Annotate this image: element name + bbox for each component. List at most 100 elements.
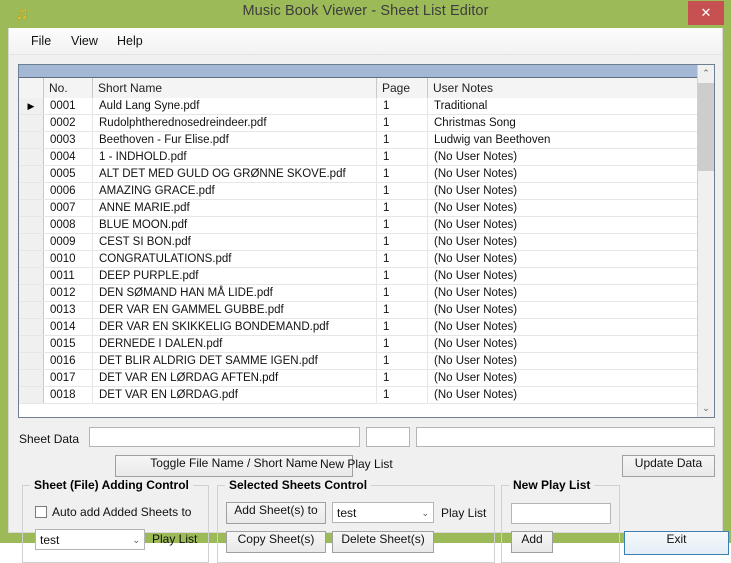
row-user-notes-cell: Christmas Song [434,117,516,129]
table-row[interactable]: 0015 DERNEDE I DALEN.pdf 1 (No User Notes) [19,336,699,353]
row-selector-cell [19,353,44,369]
table-row[interactable]: 0012 DEN SØMAND HAN MÅ LIDE.pdf 1 (No User … [19,285,699,302]
auto-add-checkbox[interactable]: Auto add Added Sheets to [35,504,191,520]
row-user-notes-cell: (No User Notes) [434,168,518,180]
row-user-notes-cell: (No User Notes) [434,202,518,214]
row-selector-cell: ▶ [19,98,44,114]
delete-sheets-button[interactable]: Delete Sheet(s) [332,531,434,553]
row-page-cell: 1 [378,387,428,403]
sheet-data-notes-input[interactable] [416,427,715,447]
row-short-name-cell: AMAZING GRACE.pdf [94,183,377,199]
table-row[interactable]: 0004 1 - INDHOLD.pdf 1 (No User Notes) [19,149,699,166]
row-user-notes-cell: (No User Notes) [434,185,518,197]
grid-column-header-no[interactable]: No. [44,78,93,98]
row-no-cell: 0010 [45,251,93,267]
new-play-list-group: New Play List Add [501,478,620,563]
row-page-cell: 1 [378,285,428,301]
row-no-cell: 0017 [45,370,93,386]
grid-column-header-select[interactable] [19,78,44,98]
sheet-file-adding-control-group: Sheet (File) Adding Control Auto add Add… [22,478,209,563]
row-no-cell: 0004 [45,149,93,165]
row-no-cell: 0002 [45,115,93,131]
menu-item-file[interactable]: File [23,32,59,50]
row-user-notes-cell: (No User Notes) [434,389,518,401]
sheet-data-name-input[interactable] [89,427,360,447]
row-page-cell: 1 [378,234,428,250]
chevron-down-icon[interactable]: ⌄ [421,505,429,521]
row-short-name-cell: DET VAR EN LØRDAG AFTEN.pdf [94,370,377,386]
row-selector-cell [19,268,44,284]
table-row[interactable]: 0011 DEEP PURPLE.pdf 1 (No User Notes) [19,268,699,285]
table-row[interactable]: 0014 DER VAR EN SKIKKELIG BONDEMAND.pdf 1 (… [19,319,699,336]
table-row[interactable]: 0006 AMAZING GRACE.pdf 1 (No User Notes) [19,183,699,200]
table-row[interactable]: 0005 ALT DET MED GULD OG GRØNNE SKOVE.pdf… [19,166,699,183]
row-no-cell: 0009 [45,234,93,250]
row-selector-cell [19,302,44,318]
selected-control-playlist-value: test [337,506,357,520]
row-short-name-cell: CONGRATULATIONS.pdf [94,251,377,267]
table-row[interactable]: 0017 DET VAR EN LØRDAG AFTEN.pdf 1 (No User… [19,370,699,387]
row-short-name-cell: DERNEDE I DALEN.pdf [94,336,377,352]
table-row[interactable]: 0007 ANNE MARIE.pdf 1 (No User Notes) [19,200,699,217]
toggle-file-name-short-name-button[interactable]: Toggle File Name / Short Name [115,455,353,477]
row-page-cell: 1 [378,200,428,216]
table-row[interactable]: 0009 CEST SI BON.pdf 1 (No User Notes) [19,234,699,251]
chevron-down-icon[interactable]: ⌄ [132,532,140,548]
table-row[interactable]: 0003 Beethoven - Fur Elise.pdf 1 Ludwig van… [19,132,699,149]
table-row[interactable]: 0008 BLUE MOON.pdf 1 (No User Notes) [19,217,699,234]
new-play-list-input[interactable] [511,503,611,524]
title-bar: ♫ Music Book Viewer - Sheet List Editor … [0,0,731,28]
row-selector-cell [19,132,44,148]
table-row[interactable]: 0018 DET VAR EN LØRDAG.pdf 1 (No User Notes… [19,387,699,404]
row-no-cell: 0003 [45,132,93,148]
checkbox-box-icon[interactable] [35,506,47,518]
table-row[interactable]: ▶ 0001 Auld Lang Syne.pdf 1 Traditional [19,98,699,115]
selected-sheets-control-group: Selected Sheets Control Add Sheet(s) to … [217,478,495,563]
grid-column-header-short-name[interactable]: Short Name [93,78,377,98]
selected-control-playlist-combo[interactable]: test ⌄ [332,502,434,523]
add-sheets-to-button[interactable]: Add Sheet(s) to [226,502,326,524]
row-selector-cell [19,370,44,386]
row-page-cell: 1 [378,217,428,233]
row-short-name-cell: Rudolphtherednosedreindeer.pdf [94,115,377,131]
menu-item-help[interactable]: Help [109,32,151,50]
row-short-name-cell: DEN SØMAND HAN MÅ LIDE.pdf [94,285,377,301]
row-no-cell: 0006 [45,183,93,199]
exit-button[interactable]: Exit [624,531,729,555]
row-selector-cell [19,387,44,403]
table-row[interactable]: 0013 DER VAR EN GAMMEL GUBBE.pdf 1 (No User… [19,302,699,319]
row-no-cell: 0001 [45,98,93,114]
row-user-notes-cell: (No User Notes) [434,355,518,367]
scroll-down-icon[interactable]: ⌄ [698,400,714,417]
table-row[interactable]: 0002 Rudolphtherednosedreindeer.pdf 1 Chris… [19,115,699,132]
row-user-notes-cell: (No User Notes) [434,321,518,333]
scrollbar-thumb[interactable] [698,83,714,171]
row-no-cell: 0015 [45,336,93,352]
sheet-list-grid[interactable]: No. Short Name Page User Notes ▶ 0001 Auld… [18,64,715,418]
menu-item-view[interactable]: View [63,32,106,50]
new-play-list-inline-label: New Play List [320,457,393,471]
table-row[interactable]: 0010 CONGRATULATIONS.pdf 1 (No User Notes) [19,251,699,268]
row-page-cell: 1 [378,370,428,386]
close-button[interactable]: ✕ [688,1,724,25]
row-short-name-cell: DET VAR EN LØRDAG.pdf [94,387,377,403]
row-page-cell: 1 [378,132,428,148]
grid-vertical-scrollbar[interactable]: ⌃ ⌄ [697,65,714,417]
table-row[interactable]: 0016 DET BLIR ALDRIG DET SAMME IGEN.pdf 1 (… [19,353,699,370]
add-play-list-button[interactable]: Add [511,531,553,553]
row-selector-cell [19,115,44,131]
adding-control-playlist-combo[interactable]: test ⌄ [35,529,145,550]
row-page-cell: 1 [378,302,428,318]
grid-column-header-page[interactable]: Page [377,78,428,98]
update-data-button[interactable]: Update Data [622,455,715,477]
row-short-name-cell: Auld Lang Syne.pdf [94,98,377,114]
grid-column-header-user-notes[interactable]: User Notes [428,78,699,98]
copy-sheets-button[interactable]: Copy Sheet(s) [226,531,326,553]
sheet-data-page-input[interactable] [366,427,410,447]
row-selector-cell [19,319,44,335]
row-selector-cell [19,251,44,267]
row-page-cell: 1 [378,166,428,182]
row-short-name-cell: DER VAR EN GAMMEL GUBBE.pdf [94,302,377,318]
row-user-notes-cell: (No User Notes) [434,338,518,350]
scroll-up-icon[interactable]: ⌃ [698,65,714,82]
